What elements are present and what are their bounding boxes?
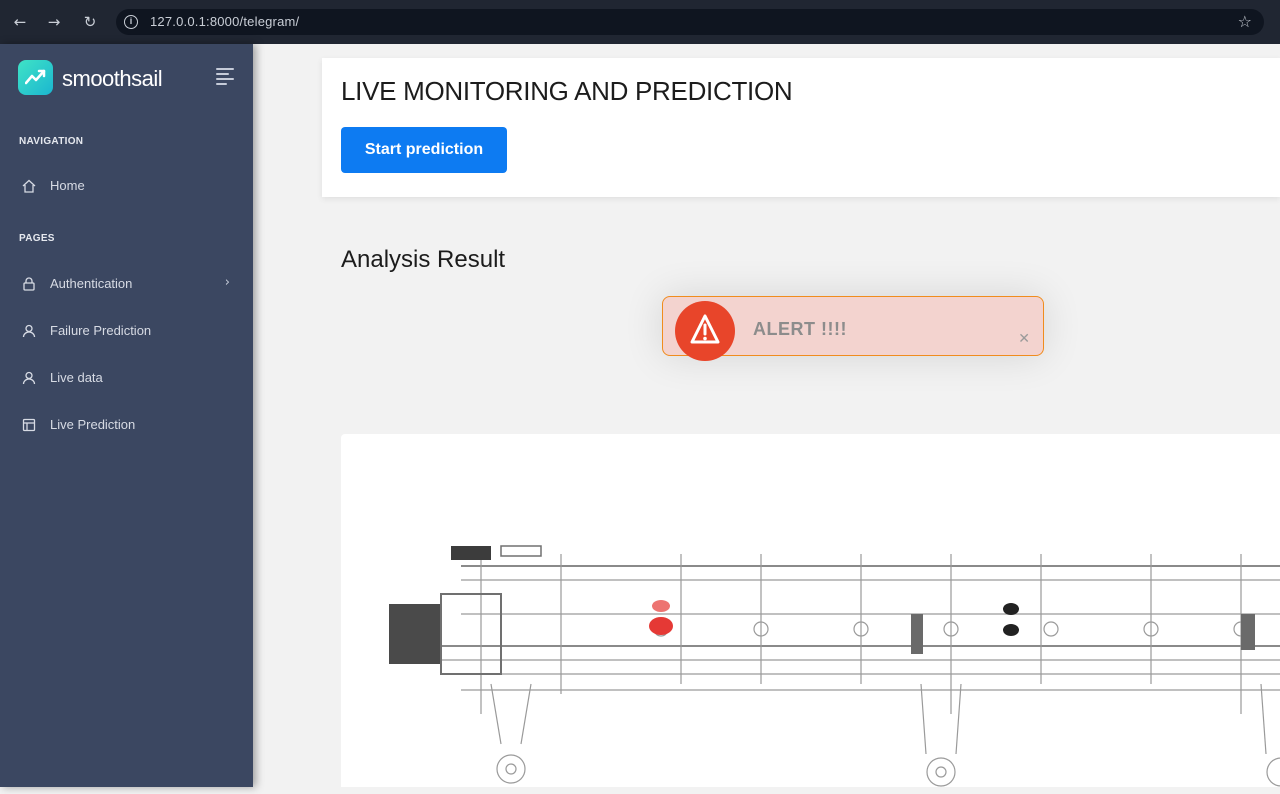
sidebar-item-authentication[interactable]: Authentication › [19,274,234,296]
sidebar-item-label: Failure Prediction [50,323,152,338]
layout-icon [22,418,36,432]
sidebar-item-label: Authentication [50,276,133,291]
sidebar-item-live-data[interactable]: Live data [19,368,234,390]
sidebar: smoothsail NAVIGATION Home PAGES Authent… [0,44,253,787]
url-text[interactable]: 127.0.0.1:8000/telegram/ [150,14,299,29]
brand-name: smoothsail [62,66,163,91]
sidebar-item-label: Live data [50,370,103,385]
conveyor-machine-illustration [389,545,1280,787]
brand-logo-icon [18,60,53,95]
lock-icon [23,277,35,291]
reload-icon[interactable]: ↻ [80,12,100,32]
user-icon [22,324,36,338]
site-info-icon[interactable]: i [124,15,138,29]
browser-toolbar: ← → ↻ i 127.0.0.1:8000/telegram/ ☆ [0,0,1280,44]
warning-icon [675,301,735,361]
back-icon[interactable]: ← [10,12,30,32]
sidebar-item-label: Live Prediction [50,417,136,432]
alert-toast: ALERT !!!! ✕ [662,296,1044,361]
home-icon [22,179,36,193]
sidebar-item-label: Home [50,178,85,193]
user-icon [22,371,36,385]
sidebar-item-live-prediction[interactable]: Live Prediction [19,415,234,437]
bookmark-star-icon[interactable]: ☆ [1238,12,1252,31]
close-icon[interactable]: ✕ [1018,331,1030,347]
alert-text: ALERT !!!! [753,319,847,339]
address-bar[interactable]: i 127.0.0.1:8000/telegram/ ☆ [116,9,1264,35]
chevron-right-icon: › [224,275,230,290]
page-title: LIVE MONITORING AND PREDICTION [341,76,793,106]
section-label-pages: PAGES [19,233,55,244]
start-prediction-button[interactable]: Start prediction [341,127,507,173]
sidebar-item-home[interactable]: Home [19,176,234,198]
menu-toggle-icon[interactable] [216,68,234,85]
machine-diagram-card [341,434,1280,787]
section-label-navigation: NAVIGATION [19,136,84,147]
header-card: LIVE MONITORING AND PREDICTION Start pre… [322,58,1280,197]
sidebar-item-failure-prediction[interactable]: Failure Prediction [19,321,234,343]
forward-icon[interactable]: → [44,12,64,32]
analysis-result-title: Analysis Result [341,246,506,273]
